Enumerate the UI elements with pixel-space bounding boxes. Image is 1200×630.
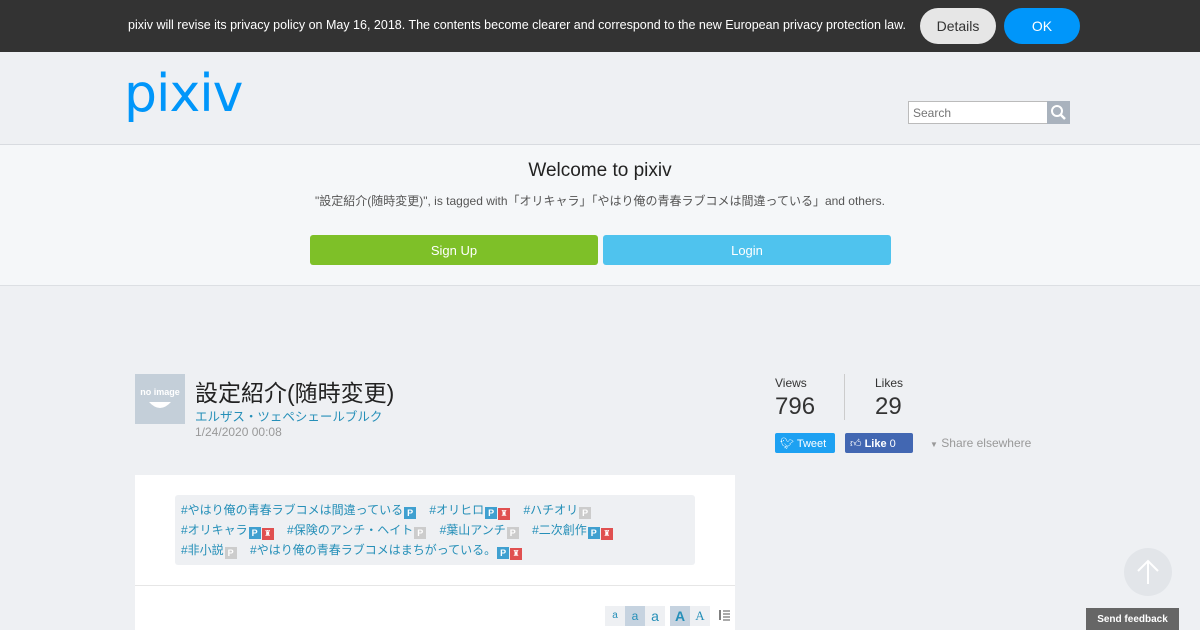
views-label: Views: [775, 376, 807, 390]
like-label: Like: [864, 437, 887, 450]
tag-item[interactable]: #オリヒロ P ♜: [429, 503, 511, 520]
tweet-label: Tweet: [796, 437, 827, 450]
pixpedia-icon[interactable]: P: [404, 507, 417, 519]
author-link[interactable]: エルザス・ツェペシェールブルク: [195, 406, 382, 425]
ok-button[interactable]: OK: [1004, 8, 1080, 44]
search-button[interactable]: [1047, 101, 1070, 124]
tweet-button[interactable]: 🐦︎ Tweet: [775, 433, 835, 453]
post-date: 1/24/2020 00:08: [195, 425, 282, 439]
privacy-notice-text: pixiv will revise its privacy policy on …: [128, 18, 906, 32]
pixpedia-icon[interactable]: P: [248, 527, 261, 539]
send-feedback-button[interactable]: Send feedback: [1086, 608, 1179, 630]
privacy-notice-bar: pixiv will revise its privacy policy on …: [0, 0, 1200, 52]
welcome-description: "設定紹介(随時変更)", is tagged with「オリキャラ」「やはり俺…: [314, 194, 885, 208]
font-serif-button[interactable]: A: [690, 606, 710, 626]
font-size-large-button[interactable]: A: [670, 606, 690, 626]
share-elsewhere-label: Share elsewhere: [941, 436, 1032, 450]
vertical-text-icon: [719, 610, 730, 621]
views-count: 796: [775, 393, 816, 420]
vertical-writing-button[interactable]: [715, 606, 735, 626]
welcome-banner: Welcome to pixiv "設定紹介(随時変更)", is tagged…: [0, 145, 1200, 286]
likes-count: 29: [875, 393, 902, 420]
pixpedia-icon[interactable]: P: [485, 507, 498, 519]
thumbs-up-icon: 👍︎: [850, 437, 862, 450]
tag-item[interactable]: #やはり俺の青春ラブコメは間違っている P: [181, 503, 417, 519]
search-icon: [1051, 105, 1066, 120]
tag-label: #ハチオリ: [523, 503, 579, 517]
castle-icon[interactable]: ♜: [510, 548, 523, 560]
pixpedia-empty-icon[interactable]: P: [224, 547, 237, 559]
like-count: 0: [889, 437, 896, 450]
share-elsewhere-link[interactable]: ▼ Share elsewhere: [930, 436, 1031, 450]
font-size-small-button[interactable]: a: [625, 606, 645, 626]
font-size-medium-button[interactable]: a: [645, 606, 665, 626]
tag-label: #オリヒロ: [429, 503, 485, 517]
tag-item[interactable]: #保険のアンチ・ヘイト P: [287, 523, 427, 539]
details-button[interactable]: Details: [920, 8, 996, 44]
pixiv-logo[interactable]: pixiv: [124, 68, 243, 120]
dropdown-arrow-icon: ▼: [930, 440, 938, 449]
tag-item[interactable]: #二次創作 P ♜: [532, 523, 613, 540]
pixpedia-icon[interactable]: P: [587, 527, 600, 539]
pixpedia-empty-icon[interactable]: P: [414, 527, 427, 539]
pixpedia-icon[interactable]: P: [497, 547, 510, 559]
login-button[interactable]: Login: [603, 235, 891, 265]
tag-list: #やはり俺の青春ラブコメは間違っている P #オリヒロ P ♜ #ハチオリ P #オリキ…: [175, 495, 695, 565]
tag-item[interactable]: #非小説 P: [181, 543, 237, 559]
tag-label: #二次創作: [532, 523, 587, 537]
tag-item[interactable]: #ハチオリ P: [523, 503, 592, 519]
tag-label: #葉山アンチ: [439, 523, 506, 537]
site-header: pixiv: [0, 52, 1200, 145]
castle-icon[interactable]: ♜: [498, 508, 511, 520]
font-size-xsmall-button[interactable]: a: [605, 606, 625, 626]
facebook-like-button[interactable]: 👍︎ Like 0: [845, 433, 913, 453]
tag-item[interactable]: #オリキャラ P ♜: [181, 523, 274, 540]
novel-panel: #やはり俺の青春ラブコメは間違っている P #オリヒロ P ♜ #ハチオリ P #オリキ…: [135, 475, 735, 630]
castle-icon[interactable]: ♜: [600, 528, 613, 540]
welcome-title: Welcome to pixiv: [528, 160, 672, 181]
search-input[interactable]: [908, 101, 1048, 124]
avatar[interactable]: no image: [135, 374, 185, 424]
smile-icon: [149, 402, 171, 408]
stats-divider: [844, 374, 845, 420]
twitter-bird-icon: 🐦︎: [780, 437, 794, 450]
pixpedia-empty-icon[interactable]: P: [579, 507, 592, 519]
tag-item[interactable]: #葉山アンチ P: [439, 523, 519, 539]
tag-item[interactable]: #やはり俺の青春ラブコメはまちがっている。 P ♜: [250, 543, 523, 560]
work-title: 設定紹介(随時変更): [195, 380, 395, 406]
tag-label: #やはり俺の青春ラブコメは間違っている: [181, 503, 404, 517]
castle-icon[interactable]: ♜: [261, 528, 274, 540]
tag-label: #非小説: [181, 543, 224, 557]
likes-label: Likes: [875, 376, 904, 390]
tag-label: #保険のアンチ・ヘイト: [287, 523, 414, 537]
pixpedia-empty-icon[interactable]: P: [506, 527, 519, 539]
tag-label: #オリキャラ: [181, 523, 248, 537]
signup-button[interactable]: Sign Up: [310, 235, 598, 265]
back-to-top-button[interactable]: [1124, 548, 1172, 596]
panel-divider: [135, 585, 735, 586]
arrow-up-icon: [1137, 559, 1159, 584]
tag-label: #やはり俺の青春ラブコメはまちがっている。: [250, 543, 497, 557]
